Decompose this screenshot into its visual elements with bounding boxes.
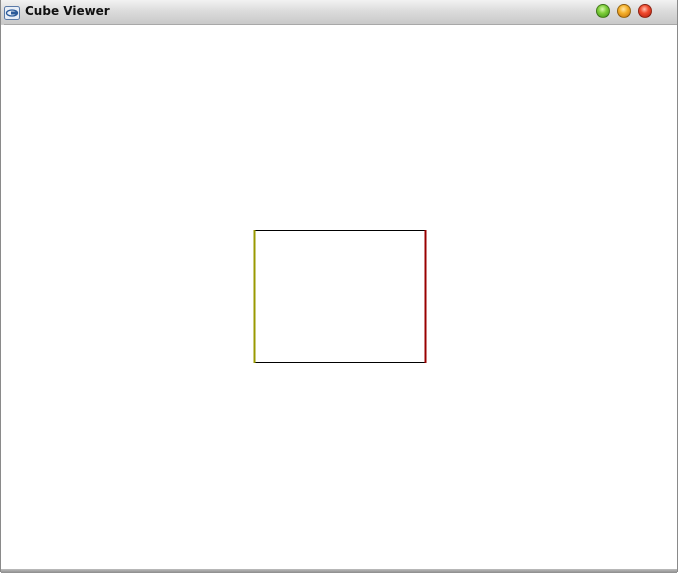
- window-bottom-border: [1, 569, 677, 573]
- maximize-button[interactable]: [596, 4, 610, 18]
- close-button[interactable]: [638, 4, 652, 18]
- title-bar[interactable]: Cube Viewer: [1, 0, 677, 25]
- app-logo-icon[interactable]: [4, 5, 20, 20]
- minimize-button[interactable]: [617, 4, 631, 18]
- render-canvas[interactable]: [1, 25, 677, 569]
- cube-viewer-window: Cube Viewer: [0, 0, 678, 573]
- window-title: Cube Viewer: [25, 4, 110, 18]
- cube-view: [253, 230, 427, 363]
